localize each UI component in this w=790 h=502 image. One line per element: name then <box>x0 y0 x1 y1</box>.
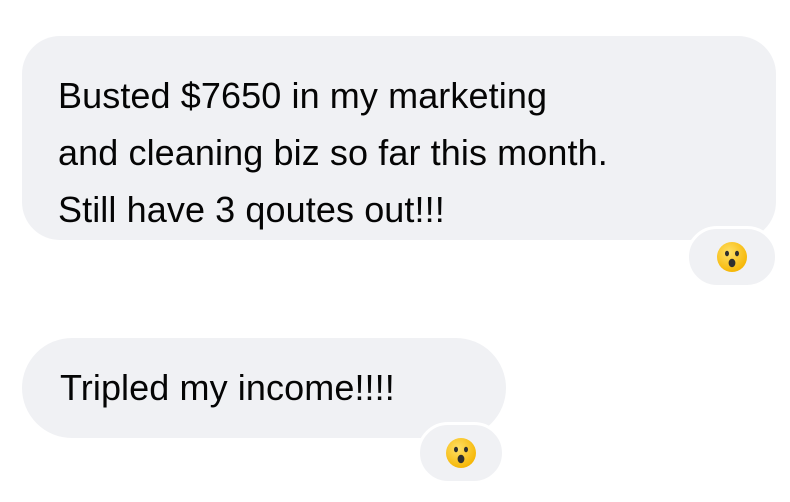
message-text-line: Tripled my income!!!! <box>60 367 395 408</box>
surprised-face-icon <box>446 438 476 468</box>
chat-thread: Busted $7650 in my marketing and cleanin… <box>0 0 790 502</box>
message-reaction[interactable] <box>417 422 505 484</box>
message-reaction[interactable] <box>686 226 778 288</box>
message-text-line: Busted $7650 in my marketing <box>58 75 548 116</box>
message-bubble[interactable]: Busted $7650 in my marketing and cleanin… <box>22 36 776 240</box>
surprised-face-icon <box>717 242 747 272</box>
message-text-line: and cleaning biz so far this month. <box>58 132 608 173</box>
message-bubble[interactable]: Tripled my income!!!! <box>22 338 506 438</box>
message-text-line: Still have 3 qoutes out!!! <box>58 189 445 230</box>
